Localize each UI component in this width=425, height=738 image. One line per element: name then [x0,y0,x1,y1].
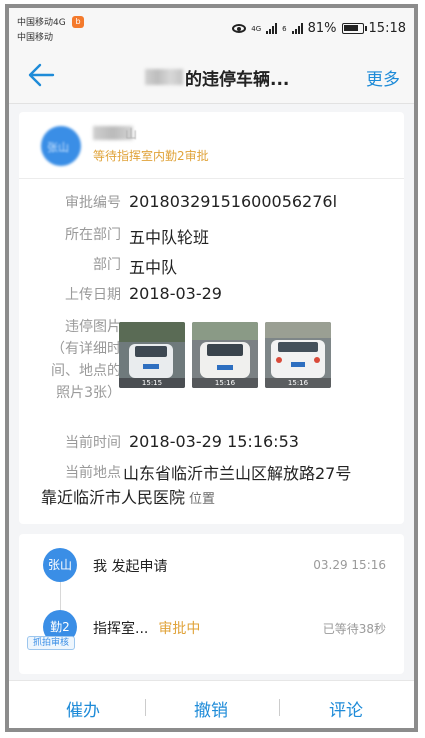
applicant-name: 山 [125,127,138,141]
revoke-button[interactable]: 撤销 [151,696,271,721]
page-title: 的违停车辆... [185,70,290,90]
comment-button[interactable]: 评论 [286,696,406,721]
photo-3-timestamp: 15:16 [287,379,309,387]
approval-no-label: 审批编号 [65,195,121,211]
approval-timeline: 张山 我 发起申请 03.29 15:16 勤2 抓拍审核 指挥室... 审批中 … [19,534,404,674]
timeline-step-2-waiting: 已等待38秒 [322,622,386,636]
approval-no-value: 20180329151600056276l [129,192,338,211]
dept2-value: 五中队 [129,258,178,277]
battery-icon [341,23,367,34]
violation-photo-2[interactable]: 15:16 [192,322,258,388]
carrier-app-icon: b [72,16,84,28]
divider [279,699,280,716]
photo-1-timestamp: 15:15 [141,379,163,387]
photos-label: 违停图片（有详细时间、地点的照片3张） [51,319,121,401]
divider [19,178,404,179]
app-header: 的违停车辆... 更多 [9,48,414,104]
battery-percent: 81% [307,21,337,36]
violation-photo-3[interactable]: 15:16 [265,322,331,388]
back-arrow-icon[interactable] [27,62,55,88]
signal-icon-1 [266,23,278,34]
timeline-step-1-time: 03.29 15:16 [313,558,386,572]
carrier-line-2: 中国移动 [17,33,54,43]
timeline-step-2-status: 审批中 [158,621,201,637]
current-time-label: 当前时间 [65,435,121,451]
current-time-value: 2018-03-29 15:16:53 [129,432,299,451]
approval-detail-card: 张山 山 等待指挥室内勤2审批 审批编号 2018032915160005627… [19,112,404,524]
clock: 15:18 [368,21,406,36]
timeline-step-2-text: 指挥室... [93,621,149,637]
location-line-1: 山东省临沂市兰山区解放路27号 [123,464,352,483]
sim-indicator: 6 [282,24,287,33]
approver-role-tag: 抓拍审核 [27,636,76,650]
timeline-step-1-text: 我 发起申请 [93,559,168,575]
location-label: 当前地点 [65,465,121,481]
upload-date-value: 2018-03-29 [129,284,222,303]
action-bar: 催办 撤销 评论 [9,680,414,728]
timeline-step-2[interactable]: 指挥室... 审批中 [93,618,200,638]
violation-photo-1[interactable]: 15:15 [119,322,185,388]
urge-button[interactable]: 催办 [23,696,143,721]
status-icons: 4G 6 81% 15:18 [232,21,406,36]
approval-status: 等待指挥室内勤2审批 [93,149,209,163]
timeline-node-applicant: 张山 [43,548,77,582]
signal-icon-2 [291,23,303,34]
dept-value: 五中队轮班 [129,228,210,247]
location-link[interactable]: 位置 [189,492,215,507]
dept2-label: 部门 [93,257,121,273]
location-landmark: 靠近临沂市人民医院 [41,488,186,507]
upload-date-label: 上传日期 [65,287,121,303]
phone-frame: 中国移动4G b 中国移动 4G 6 81% 15:18 的违停车辆... 更多… [5,4,418,732]
network-type: 4G [251,24,262,33]
photo-2-timestamp: 15:16 [214,379,236,387]
carrier-line-1: 中国移动4G [17,18,66,28]
title-redacted-name [145,69,183,85]
avatar-initials: 张山 [47,141,69,154]
divider [145,699,146,716]
eye-comfort-icon [232,24,247,33]
dept-label: 所在部门 [65,227,121,243]
more-button[interactable]: 更多 [366,65,400,90]
status-bar: 中国移动4G b 中国移动 4G 6 81% 15:18 [9,8,414,48]
location-line-2: 靠近临沂市人民医院 位置 [41,484,215,508]
